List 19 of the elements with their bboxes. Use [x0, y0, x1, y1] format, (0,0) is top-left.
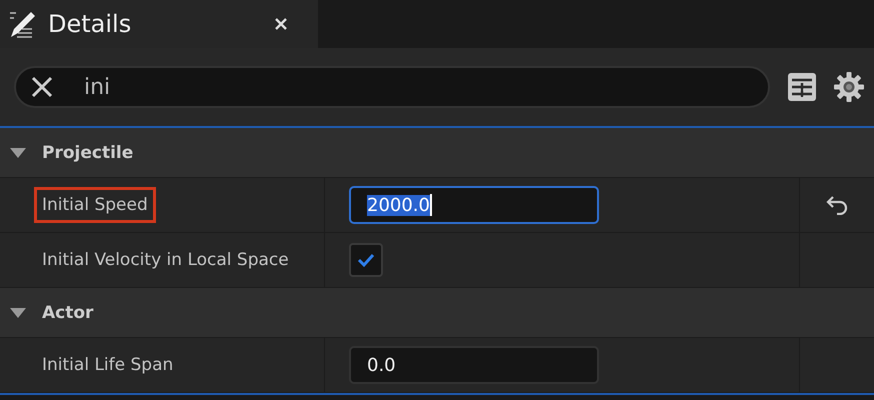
property-label: Initial Speed — [34, 187, 156, 223]
section-header[interactable]: Actor — [0, 288, 874, 338]
close-icon[interactable] — [274, 17, 288, 31]
property-label: Initial Velocity in Local Space — [41, 249, 290, 272]
tab-title: Details — [48, 10, 132, 38]
clear-icon[interactable] — [30, 75, 54, 99]
property-label: Initial Life Span — [41, 354, 174, 377]
pencil-icon — [8, 9, 38, 39]
number-field[interactable]: 2000.0 — [349, 186, 599, 224]
settings-icon[interactable] — [834, 72, 864, 102]
search-field[interactable]: ini — [14, 66, 770, 108]
caret-icon[interactable] — [10, 306, 26, 318]
section-header[interactable]: Projectile — [0, 128, 874, 178]
table-icon[interactable] — [788, 73, 816, 101]
reset-icon[interactable] — [825, 195, 849, 215]
details-tab[interactable]: Details — [0, 0, 318, 48]
checkbox[interactable] — [349, 243, 383, 277]
number-field[interactable]: 0.0 — [349, 346, 599, 384]
caret-icon[interactable] — [10, 146, 26, 158]
